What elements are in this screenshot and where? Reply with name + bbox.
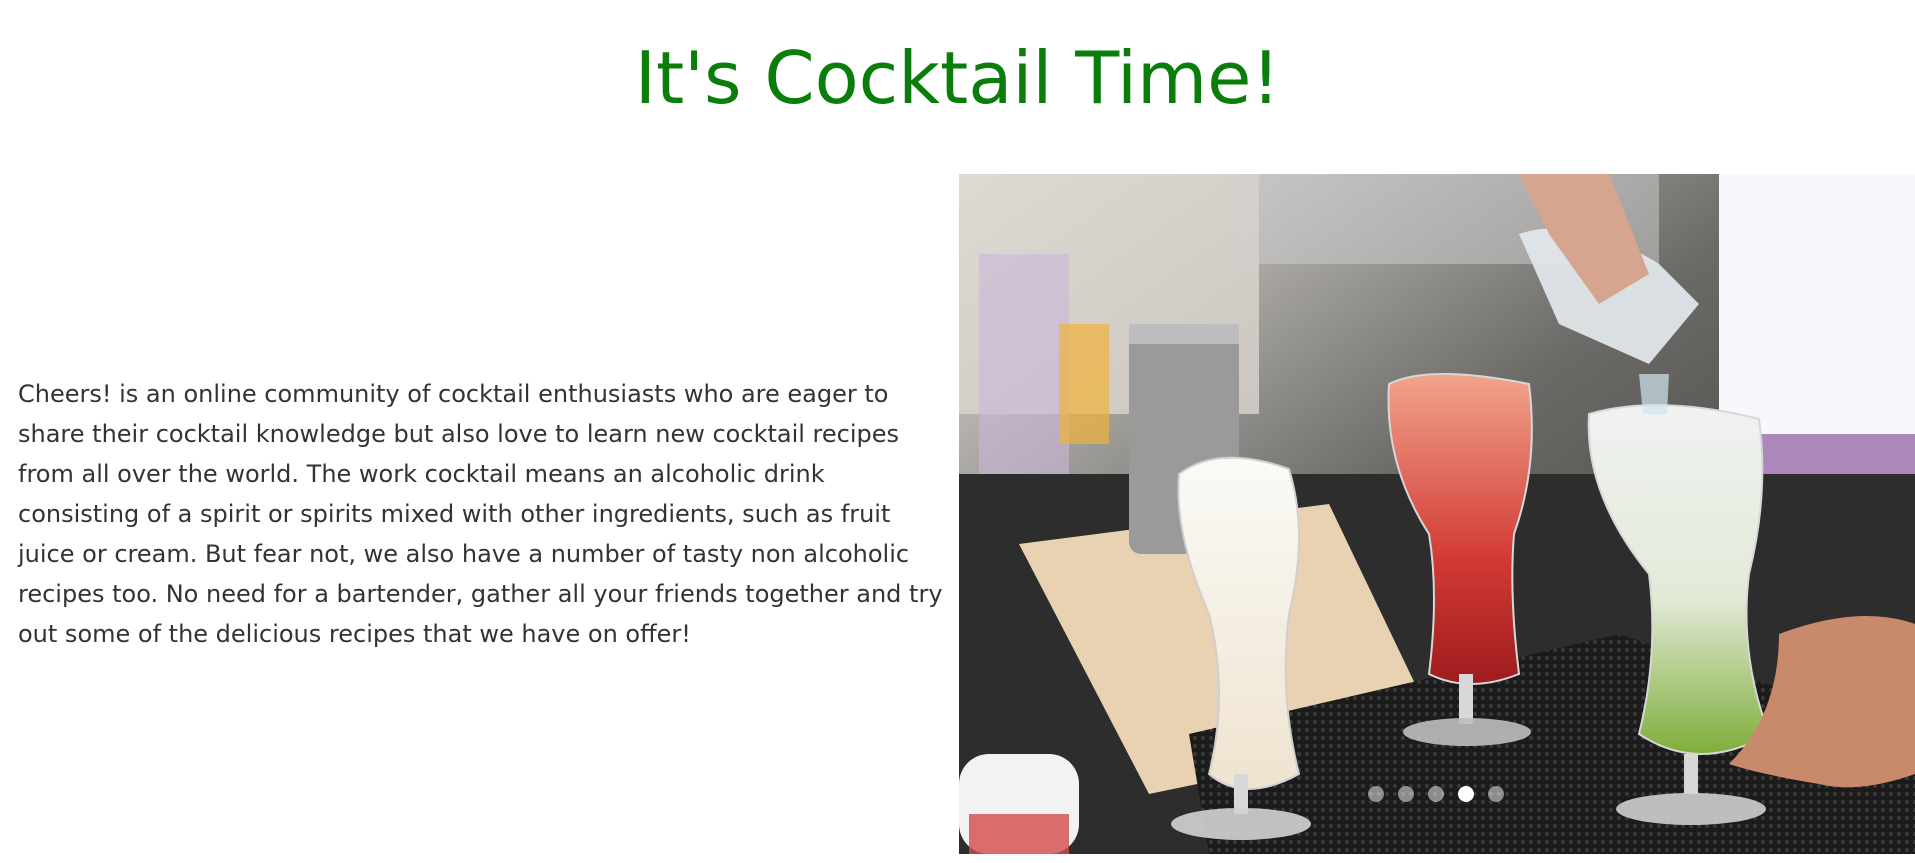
intro-paragraph: Cheers! is an online community of cockta…	[18, 380, 943, 648]
carousel-dot-3[interactable]	[1428, 786, 1444, 802]
image-carousel[interactable]	[959, 174, 1915, 854]
cocktail-photo	[959, 174, 1915, 854]
page-title: It's Cocktail Time!	[634, 36, 1281, 120]
carousel-dot-1[interactable]	[1368, 786, 1384, 802]
carousel-dot-4[interactable]	[1458, 786, 1474, 802]
carousel-indicators	[959, 786, 1915, 802]
carousel-dot-2[interactable]	[1398, 786, 1414, 802]
carousel-dot-5[interactable]	[1488, 786, 1504, 802]
page: It's Cocktail Time! Cheers! is an online…	[0, 0, 1915, 863]
